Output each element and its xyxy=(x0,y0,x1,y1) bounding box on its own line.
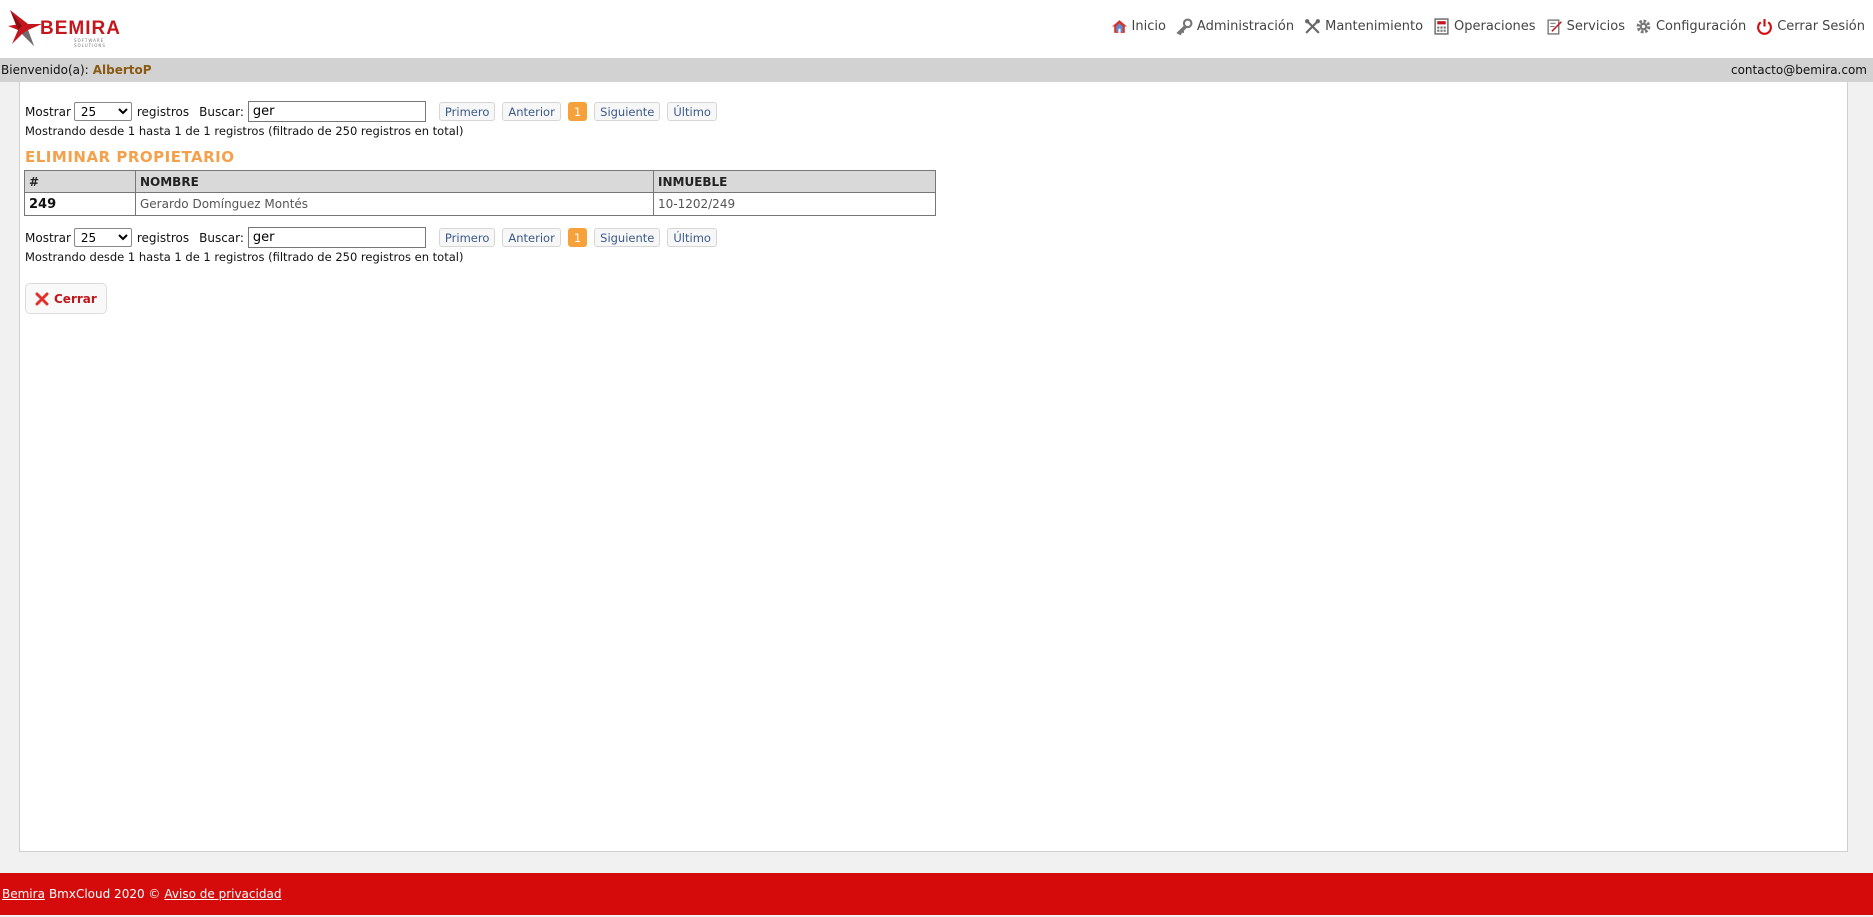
welcome-greeting: Bienvenido(a): AlbertoP xyxy=(1,63,152,77)
column-header-nombre[interactable]: NOMBRE xyxy=(135,170,654,193)
welcome-user: AlbertoP xyxy=(92,63,152,77)
search-input[interactable] xyxy=(247,101,426,122)
pagination-bottom: Primero Anterior 1 Siguiente Último xyxy=(438,228,724,247)
column-header-inmueble[interactable]: INMUEBLE xyxy=(653,170,936,193)
first-page-button[interactable]: Primero xyxy=(438,102,496,121)
nav-configuracion[interactable]: Configuración xyxy=(1635,18,1746,35)
table-row[interactable]: 249 Gerardo Domínguez Montés 10-1202/249 xyxy=(24,192,936,216)
footer-product: BmxCloud 2020 © xyxy=(48,887,161,901)
last-page-button[interactable]: Último xyxy=(667,102,717,121)
app-header: BEMIRA SOFTWARE SOLUTIONS Inicio Adminis… xyxy=(0,0,1873,58)
next-page-button[interactable]: Siguiente xyxy=(594,102,661,121)
page-size-select[interactable]: 25 xyxy=(73,228,132,247)
welcome-bar: Bienvenido(a): AlbertoP contacto@bemira.c… xyxy=(0,58,1873,82)
cell-nombre: Gerardo Domínguez Montés xyxy=(135,192,654,216)
records-label: registros xyxy=(136,230,190,245)
close-button-label: Cerrar xyxy=(54,291,97,306)
page-title: ELIMINAR PROPIETARIO xyxy=(25,148,235,166)
privacy-link[interactable]: Aviso de privacidad xyxy=(164,887,281,901)
gear-icon xyxy=(1636,19,1651,33)
nav-label: Cerrar Sesión xyxy=(1777,18,1865,34)
nav-mantenimiento[interactable]: Mantenimiento xyxy=(1304,18,1423,35)
last-page-button[interactable]: Último xyxy=(667,228,717,247)
prev-page-button[interactable]: Anterior xyxy=(502,102,561,121)
prev-page-button[interactable]: Anterior xyxy=(502,228,561,247)
owners-table: # NOMBRE INMUEBLE 249 Gerardo Domínguez … xyxy=(24,170,936,216)
home-icon xyxy=(1111,19,1127,33)
app-footer: Bemira BmxCloud 2020 © Aviso de privacid… xyxy=(0,873,1873,915)
nav-label: Operaciones xyxy=(1454,18,1536,34)
datatable-controls-top: Mostrar 25 registros Buscar: Primero Ant… xyxy=(25,101,724,122)
close-icon xyxy=(35,292,49,305)
nav-label: Configuración xyxy=(1655,18,1747,34)
nav-label: Servicios xyxy=(1566,18,1625,34)
close-button[interactable]: Cerrar xyxy=(25,283,107,314)
nav-cerrar-sesion[interactable]: Cerrar Sesión xyxy=(1756,18,1865,35)
column-header-id[interactable]: # xyxy=(24,170,136,193)
nav-operaciones[interactable]: Operaciones xyxy=(1433,17,1536,35)
logo-tagline: SOFTWARE SOLUTIONS xyxy=(74,38,106,48)
datatable-info-bottom: Mostrando desde 1 hasta 1 de 1 registros… xyxy=(25,250,464,264)
nav-label: Mantenimiento xyxy=(1325,18,1424,34)
welcome-prefix: Bienvenido(a): xyxy=(1,63,89,77)
tools-icon xyxy=(1305,18,1321,34)
logo-text: BEMIRA xyxy=(40,18,121,39)
datatable-info-top: Mostrando desde 1 hasta 1 de 1 registros… xyxy=(25,124,464,138)
next-page-button[interactable]: Siguiente xyxy=(594,228,661,247)
key-icon xyxy=(1176,18,1193,35)
nav-inicio[interactable]: Inicio xyxy=(1111,18,1166,35)
nav-administracion[interactable]: Administración xyxy=(1176,18,1294,35)
page-number-button[interactable]: 1 xyxy=(567,228,588,247)
nav-servicios[interactable]: Servicios xyxy=(1546,18,1625,35)
page-number-button[interactable]: 1 xyxy=(567,102,588,121)
cell-inmueble: 10-1202/249 xyxy=(653,192,936,216)
main-nav: Inicio Administración Mantenimiento Oper… xyxy=(1101,16,1865,36)
show-label: Mostrar xyxy=(25,230,71,245)
calculator-icon xyxy=(1434,17,1449,35)
contact-email: contacto@bemira.com xyxy=(1730,63,1867,77)
page-size-select[interactable]: 25 xyxy=(73,102,132,121)
show-label: Mostrar xyxy=(25,104,71,119)
main-panel: Mostrar 25 registros Buscar: Primero Ant… xyxy=(19,82,1848,852)
nav-label: Inicio xyxy=(1131,18,1166,34)
first-page-button[interactable]: Primero xyxy=(438,228,496,247)
pagination-top: Primero Anterior 1 Siguiente Último xyxy=(438,102,724,121)
bemira-logo[interactable]: BEMIRA SOFTWARE SOLUTIONS xyxy=(8,8,138,50)
search-label: Buscar: xyxy=(199,104,244,119)
edit-document-icon xyxy=(1547,18,1562,35)
records-label: registros xyxy=(136,104,190,119)
table-header-row: # NOMBRE INMUEBLE xyxy=(24,170,936,193)
cell-id: 249 xyxy=(24,192,136,216)
bemira-star-icon xyxy=(8,10,42,46)
datatable-controls-bottom: Mostrar 25 registros Buscar: Primero Ant… xyxy=(25,227,724,248)
nav-label: Administración xyxy=(1196,18,1295,34)
search-label: Buscar: xyxy=(199,230,244,245)
search-input[interactable] xyxy=(247,227,426,248)
footer-brand-link[interactable]: Bemira xyxy=(2,887,45,901)
power-icon xyxy=(1757,18,1773,35)
